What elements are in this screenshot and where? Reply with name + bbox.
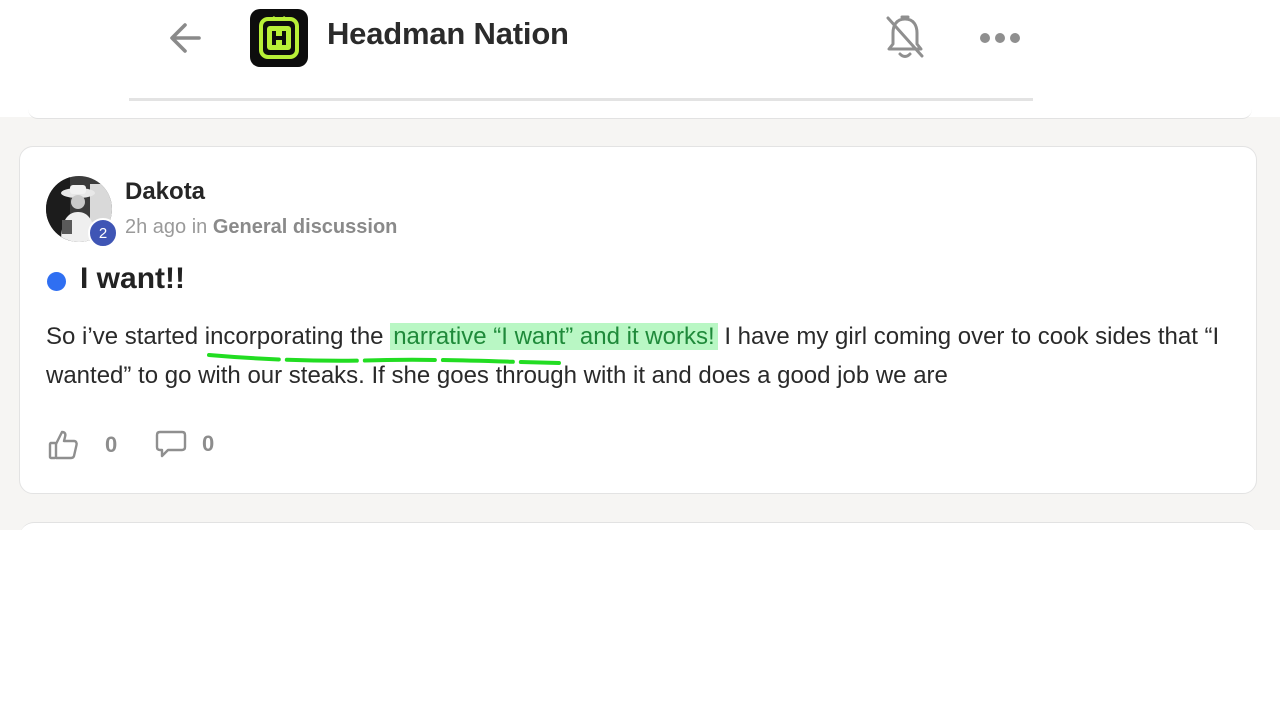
arrow-left-icon xyxy=(170,23,201,53)
comment-count: 0 xyxy=(202,431,215,456)
body-text-start: So i’ve started incorporating the xyxy=(46,323,391,350)
author-name[interactable]: Dakota xyxy=(125,178,205,206)
notifications-button[interactable] xyxy=(880,12,930,64)
more-horizontal-icon xyxy=(980,33,1020,43)
headman-logo-icon xyxy=(259,16,299,59)
post-feed: 2 Dakota 2h ago in General discussion I … xyxy=(0,109,1280,543)
like-count: 0 xyxy=(105,432,118,457)
bell-off-icon xyxy=(886,15,924,58)
comment-button[interactable]: 0 xyxy=(154,429,214,459)
top-app-bar: Headman Nation xyxy=(0,0,1280,117)
more-options-button[interactable] xyxy=(975,22,1025,54)
group-logo[interactable] xyxy=(250,9,308,67)
meta-in-word: in xyxy=(191,216,208,238)
level-badge: 2 xyxy=(88,218,118,248)
post-card[interactable]: 2 Dakota 2h ago in General discussion I … xyxy=(19,146,1257,494)
thumbs-up-icon xyxy=(48,430,78,460)
group-title: Headman Nation xyxy=(327,16,569,51)
post-time: 2h ago xyxy=(125,216,187,238)
category-link[interactable]: General discussion xyxy=(213,216,398,238)
comment-icon xyxy=(155,430,187,458)
blank-area xyxy=(0,530,1280,720)
post-title[interactable]: I want!! xyxy=(80,262,185,296)
previous-post-card-edge xyxy=(28,109,1252,119)
unread-indicator xyxy=(47,272,66,291)
like-button[interactable]: 0 xyxy=(47,429,117,461)
highlighted-text: narrative “I want” and it works! xyxy=(390,323,718,350)
post-meta: 2h ago in General discussion xyxy=(125,216,397,239)
green-underline-annotation xyxy=(207,353,561,365)
back-button[interactable] xyxy=(160,15,210,61)
header-divider xyxy=(129,98,1033,101)
